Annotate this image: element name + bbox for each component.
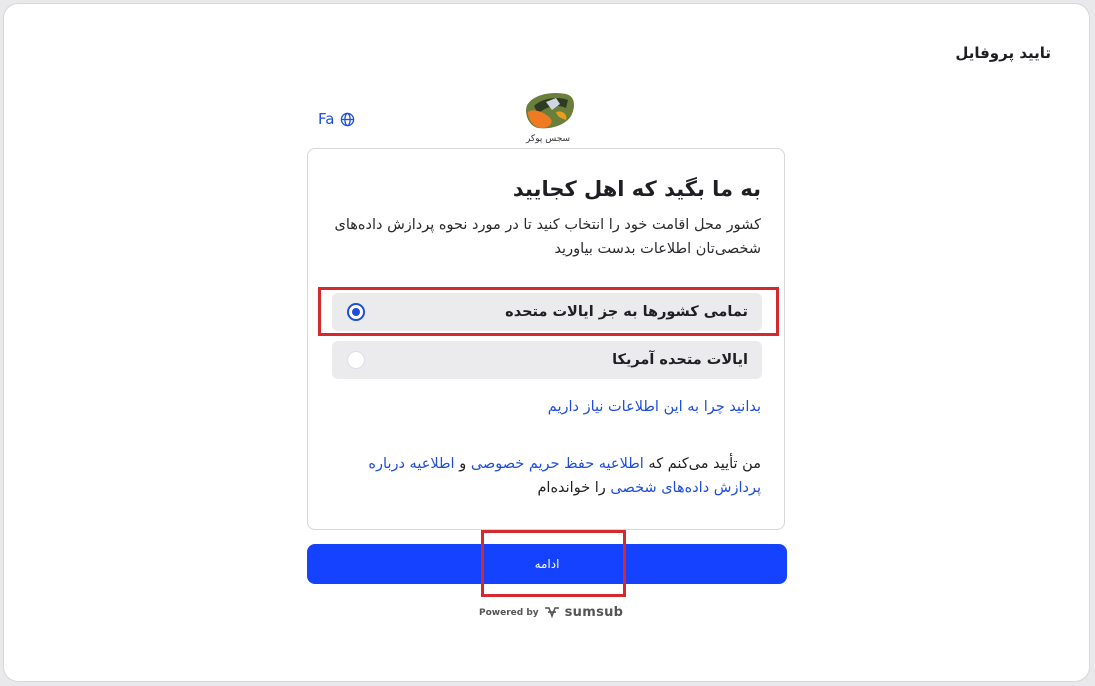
residence-card: به ما بگید که اهل کجایید کشور محل اقامت … — [307, 148, 785, 530]
brand-logo: سجس پوکر — [516, 88, 580, 146]
radio-selected[interactable] — [347, 303, 365, 321]
radio-unselected[interactable] — [347, 351, 365, 369]
continue-button[interactable]: ادامه — [307, 544, 787, 584]
card-description: کشور محل اقامت خود را انتخاب کنید تا در … — [334, 217, 762, 257]
privacy-notice-link[interactable]: اطلاعیه حفظ حریم خصوصی — [471, 456, 644, 472]
language-switcher[interactable]: Fa — [318, 110, 355, 128]
consent-and: و — [459, 456, 467, 472]
powered-by-footer: Powered by sumsub — [479, 603, 623, 622]
brand-logo-text: سجس پوکر — [525, 134, 571, 144]
option-all-except-us[interactable]: تمامی کشورها به جز ایالات متحده — [332, 293, 762, 331]
consent-prefix: من تأیید می‌کنم که — [648, 456, 761, 472]
sumsub-brand: sumsub — [564, 605, 624, 620]
card-heading: به ما بگید که اهل کجایید — [512, 177, 761, 201]
language-label: Fa — [318, 110, 335, 128]
consent-text: من تأیید می‌کنم که اطلاعیه حفظ حریم خصوص… — [329, 452, 761, 500]
globe-icon — [340, 112, 355, 127]
option-label: ایالات متحده آمریکا — [612, 352, 748, 368]
sumsub-logo-icon — [544, 603, 560, 622]
page-title: تایید پروفایل — [955, 44, 1051, 62]
powered-by-label: Powered by — [479, 607, 539, 618]
consent-suffix: را خوانده‌ام — [537, 480, 606, 496]
brand-logo-icon — [526, 92, 574, 129]
option-united-states[interactable]: ایالات متحده آمریکا — [332, 341, 762, 379]
option-label: تمامی کشورها به جز ایالات متحده — [505, 304, 748, 320]
why-we-need-link[interactable]: بدانید چرا به این اطلاعات نیاز داریم — [548, 399, 761, 415]
